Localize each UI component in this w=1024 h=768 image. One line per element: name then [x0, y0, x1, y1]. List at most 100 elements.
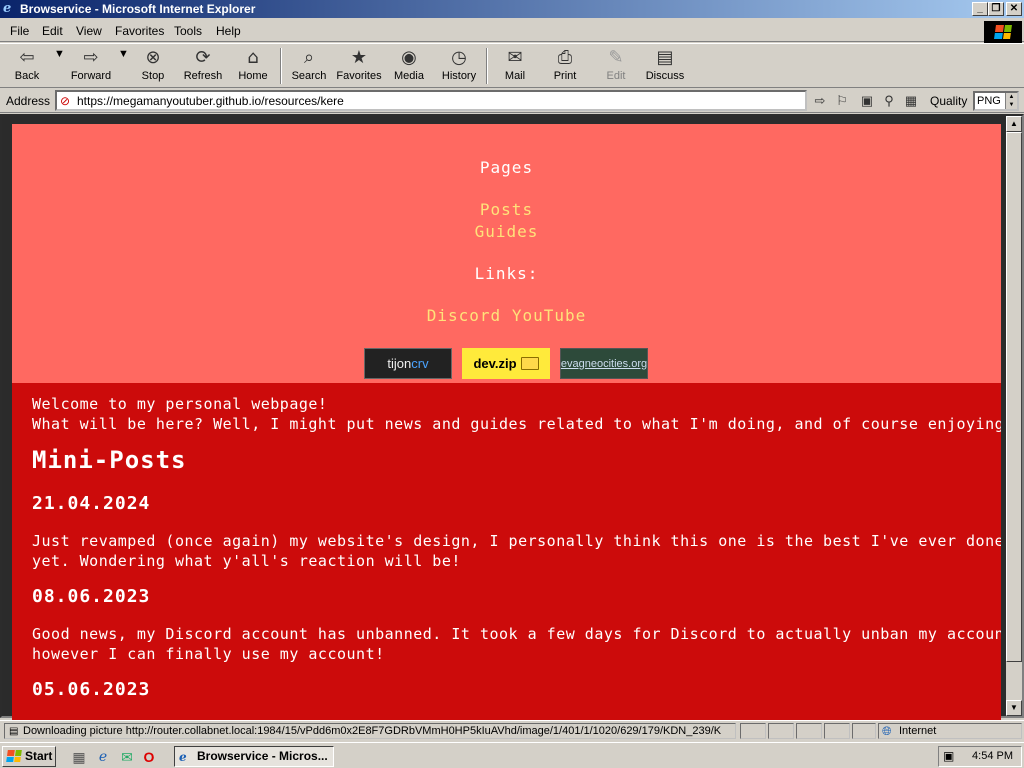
- back-button[interactable]: ⇦ Back: [8, 48, 46, 86]
- site-content: Welcome to my personal webpage! What wil…: [12, 383, 1001, 720]
- browser-viewport: Pages Posts Guides Links: Discord YouTub…: [0, 114, 1024, 720]
- status-pane: [796, 723, 822, 739]
- windows-logo-icon: [984, 21, 1022, 43]
- forward-button[interactable]: ⇨ Forward: [68, 48, 114, 86]
- history-button[interactable]: ◷ History: [440, 48, 478, 86]
- address-bar: Address ⊘ ⇨ ⚐ ▣ ⚲ ▦ Quality PNG ▲▼: [0, 89, 1024, 113]
- menu-favorites[interactable]: Favorites: [115, 24, 164, 38]
- show-desktop-icon[interactable]: ▦: [70, 748, 88, 766]
- stop-icon: ⊗: [145, 47, 161, 68]
- refresh-button[interactable]: ⟳ Refresh: [182, 48, 224, 86]
- menu-tools[interactable]: Tools: [174, 24, 202, 38]
- web-page: Pages Posts Guides Links: Discord YouTub…: [12, 124, 1001, 720]
- minimize-button[interactable]: _: [972, 2, 988, 16]
- taskbar: Start ▦ e ✉ O e Browservice - Micros... …: [0, 742, 1024, 768]
- post-text: Just revamped (once again) my website's …: [32, 532, 1001, 550]
- ie-icon: e: [3, 1, 12, 16]
- neocities-badge[interactable]: evagneocities.org: [560, 348, 648, 379]
- refresh-icon: ⟳: [195, 47, 211, 68]
- post-text: Good news, my Discord account has unbann…: [32, 625, 1001, 643]
- opera-icon[interactable]: O: [140, 748, 158, 766]
- internet-explorer-icon[interactable]: e: [94, 748, 112, 766]
- toolbar-separator: [280, 48, 282, 84]
- outlook-express-icon[interactable]: ✉: [118, 748, 136, 766]
- folder-icon: [520, 357, 539, 370]
- quality-spinner-icon[interactable]: ▲ ▼: [1005, 93, 1017, 109]
- printer-icon: ⎙: [557, 47, 573, 68]
- menu-bar: File Edit View Favorites Tools Help: [0, 20, 1024, 43]
- scroll-thumb[interactable]: [1006, 132, 1022, 662]
- media-icon: ◉: [401, 47, 417, 68]
- toolbar-separator: [486, 48, 488, 84]
- menu-view[interactable]: View: [76, 24, 102, 38]
- restore-button[interactable]: ❐: [988, 2, 1004, 16]
- post-text: however I can finally use my account!: [32, 645, 385, 663]
- taskbar-window-button[interactable]: e Browservice - Micros...: [174, 746, 334, 767]
- stop-button[interactable]: ⊗ Stop: [138, 48, 168, 86]
- mail-button[interactable]: ✉ Mail: [498, 48, 532, 86]
- mail-icon: ✉: [507, 47, 523, 68]
- post-date: 21.04.2024: [32, 493, 151, 514]
- edit-icon: ✎: [608, 47, 624, 68]
- ie-icon: e: [179, 750, 187, 764]
- start-button[interactable]: Start: [2, 746, 56, 767]
- menu-edit[interactable]: Edit: [42, 24, 63, 38]
- tijon-badge[interactable]: tijon crv: [364, 348, 452, 379]
- home-icon: ⌂: [247, 47, 259, 68]
- status-pane: [740, 723, 766, 739]
- button-badges: tijon crv dev.zip evagneocities.org: [364, 348, 648, 379]
- page-loading-icon: ▤: [9, 726, 19, 737]
- status-text: ▤ Downloading picture http://router.coll…: [4, 723, 736, 739]
- search-button[interactable]: ⌕ Search: [290, 48, 328, 86]
- back-dropdown-icon[interactable]: ▼: [54, 48, 65, 86]
- window-title: Browservice - Microsoft Internet Explore…: [20, 2, 256, 16]
- status-bar: ▤ Downloading picture http://router.coll…: [0, 720, 1024, 740]
- youtube-link[interactable]: YouTube: [512, 306, 586, 325]
- discord-link[interactable]: Discord: [427, 306, 501, 325]
- find-icon[interactable]: ⚲: [880, 93, 898, 109]
- menu-help[interactable]: Help: [216, 24, 241, 38]
- forward-arrow-icon: ⇨: [83, 47, 99, 68]
- edit-button[interactable]: ✎ Edit: [602, 48, 630, 86]
- favorites-button[interactable]: ★ Favorites: [336, 48, 382, 86]
- network-icon[interactable]: ▣: [943, 747, 954, 766]
- close-button[interactable]: ✕: [1006, 2, 1022, 16]
- posts-link[interactable]: Posts: [12, 200, 1001, 219]
- windows-flag-icon: [6, 750, 22, 762]
- discuss-icon: ▤: [656, 47, 674, 68]
- guides-link[interactable]: Guides: [12, 222, 1001, 241]
- post-text: yet. Wondering what y'all's reaction wil…: [32, 552, 461, 570]
- standard-toolbar: ⇦ Back ▼ ⇨ Forward ▼ ⊗ Stop ⟳ Refresh ⌂ …: [0, 43, 1024, 88]
- welcome-text: Welcome to my personal webpage!: [32, 395, 328, 413]
- page-icon: ⊘: [60, 94, 71, 108]
- discuss-button[interactable]: ▤ Discuss: [644, 48, 686, 86]
- address-input[interactable]: [77, 93, 797, 109]
- go-arrow-icon[interactable]: ⇨: [811, 93, 829, 109]
- system-tray: ▣ 4:54 PM: [938, 746, 1022, 767]
- address-label: Address: [6, 94, 51, 108]
- scroll-down-icon[interactable]: ▼: [1006, 700, 1022, 716]
- home-button[interactable]: ⌂ Home: [236, 48, 270, 86]
- title-bar: e Browservice - Microsoft Internet Explo…: [0, 0, 1024, 18]
- vertical-scrollbar[interactable]: ▲ ▼: [1006, 116, 1022, 716]
- media-button[interactable]: ◉ Media: [392, 48, 426, 86]
- print-button[interactable]: ⎙ Print: [550, 48, 580, 86]
- external-links: Discord YouTube: [12, 306, 1001, 325]
- clock[interactable]: 4:54 PM: [972, 747, 1013, 766]
- search-icon: ⌕: [303, 47, 315, 68]
- pages-label: Pages: [479, 158, 534, 177]
- clipboard-icon[interactable]: ▦: [902, 93, 920, 109]
- post-date: 05.06.2023: [32, 679, 151, 700]
- post-date: 08.06.2023: [32, 586, 151, 607]
- bookmark-icon[interactable]: ⚐: [833, 93, 851, 109]
- scroll-up-icon[interactable]: ▲: [1006, 116, 1022, 132]
- devzip-badge[interactable]: dev.zip: [462, 348, 550, 379]
- page-tool-icon[interactable]: ▣: [858, 93, 876, 109]
- forward-dropdown-icon[interactable]: ▼: [118, 48, 129, 86]
- back-arrow-icon: ⇦: [19, 47, 35, 68]
- quality-label: Quality: [930, 94, 968, 108]
- quality-select[interactable]: PNG ▲ ▼: [973, 91, 1019, 111]
- menu-file[interactable]: File: [10, 24, 29, 38]
- status-pane: [768, 723, 794, 739]
- address-field[interactable]: ⊘: [55, 90, 807, 111]
